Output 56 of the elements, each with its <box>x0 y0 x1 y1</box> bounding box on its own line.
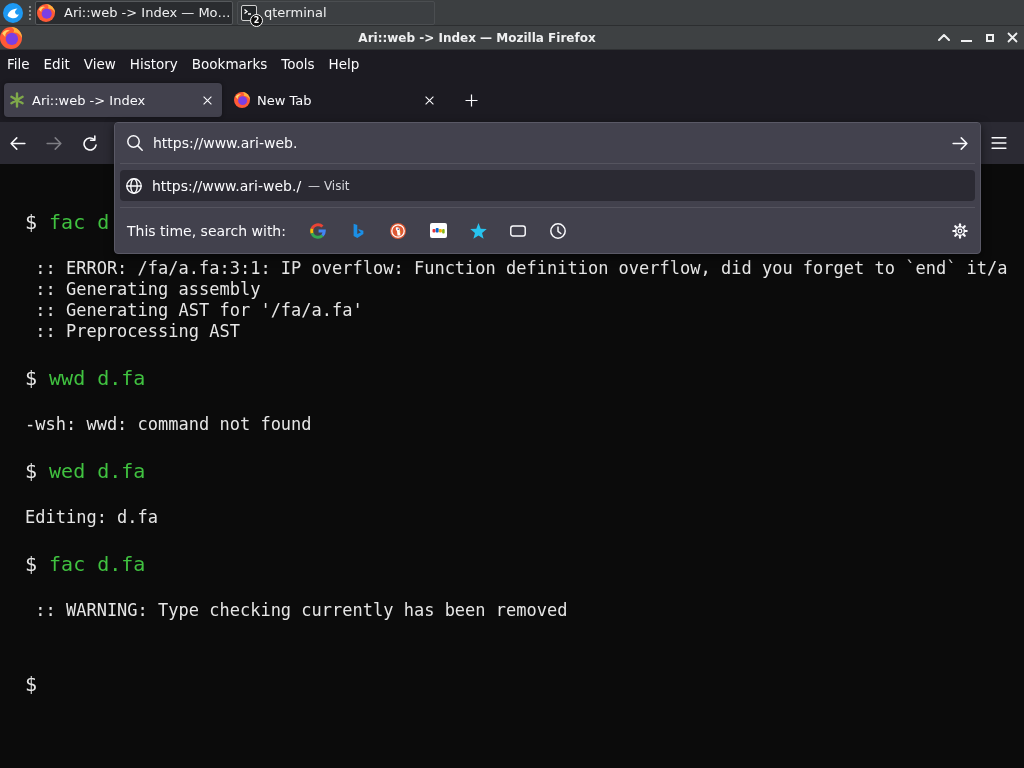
taskbar-button[interactable]: 2 qterminal <box>237 0 435 25</box>
go-arrow-icon[interactable] <box>952 136 968 150</box>
prompt-sign: $ <box>25 366 38 390</box>
browser-logo-icon <box>0 26 22 49</box>
clock-icon[interactable] <box>550 222 566 239</box>
taskbar-button[interactable]: Ari::web -> Index — Mo… <box>35 0 233 25</box>
prompt-sign: $ <box>25 552 38 576</box>
search-icon <box>127 135 143 151</box>
menu-item[interactable]: Help <box>321 56 367 72</box>
output-line: :: WARNING: Type checking currently has been removed <box>34 600 569 621</box>
output-line: :: ERROR: /fa/a.fa:3:1: IP overflow: Function definition overflow, did you forget to `end` it/a <box>34 258 1009 279</box>
settings-icon[interactable] <box>952 222 968 239</box>
output-line: :: Generating AST for '/fa/a.fa' <box>34 300 364 321</box>
address-field[interactable]: https://www.ari-web. <box>115 123 980 163</box>
asterisk-icon <box>9 92 25 108</box>
menu-item[interactable]: View <box>76 56 123 72</box>
command-text: fac d <box>49 210 110 234</box>
g-logo-icon[interactable] <box>310 222 326 239</box>
caret-up-icon[interactable] <box>937 34 950 41</box>
tile-logo-icon[interactable] <box>429 223 447 238</box>
output-line: :: Generating assembly <box>34 279 262 300</box>
search-with-label: This time, search with: <box>127 222 287 239</box>
maximize-icon[interactable] <box>985 33 994 42</box>
prompt-sign: $ <box>25 459 38 483</box>
star-icon[interactable] <box>469 222 487 239</box>
menu-item[interactable]: Edit <box>36 56 77 72</box>
tab-icon[interactable] <box>510 224 526 237</box>
command-text: wed d.fa <box>49 459 146 483</box>
suggestion-row[interactable]: https://www.ari-web./ — Visit <box>120 170 975 201</box>
b-logo-icon[interactable] <box>352 222 364 239</box>
window-title: Ari::web -> Index — Mozilla Firefox <box>357 30 597 45</box>
menu-item[interactable]: History <box>122 56 185 72</box>
output-line: Editing: d.fa <box>25 507 160 528</box>
prompt-sign: $ <box>25 672 38 696</box>
command-text: wwd d.fa <box>49 366 146 390</box>
tab[interactable]: Ari::web -> Index <box>4 83 222 117</box>
duck-logo-icon[interactable] <box>390 222 406 239</box>
close-icon[interactable] <box>1007 32 1018 43</box>
output-line: :: Preprocessing AST <box>34 321 241 342</box>
tab[interactable]: New Tab <box>226 83 444 117</box>
terminal-icon <box>241 4 257 21</box>
reload-icon[interactable] <box>83 135 97 151</box>
start-logo-icon[interactable] <box>3 2 23 23</box>
menu-icon[interactable] <box>991 137 1007 149</box>
menu-item[interactable]: Bookmarks <box>184 56 275 72</box>
menu-item[interactable]: Tools <box>274 56 322 72</box>
minimize-icon[interactable] <box>961 39 972 42</box>
plus-icon[interactable] <box>465 93 478 107</box>
browser-logo-icon <box>37 3 55 22</box>
command-text: fac d.fa <box>49 552 146 576</box>
prompt-sign: $ <box>25 210 38 234</box>
globe-icon <box>126 177 142 194</box>
browser-logo-icon <box>234 92 250 108</box>
back-icon[interactable] <box>10 136 26 150</box>
menu-item[interactable]: File <box>0 56 37 72</box>
output-line: -wsh: wwd: command not found <box>25 414 313 435</box>
